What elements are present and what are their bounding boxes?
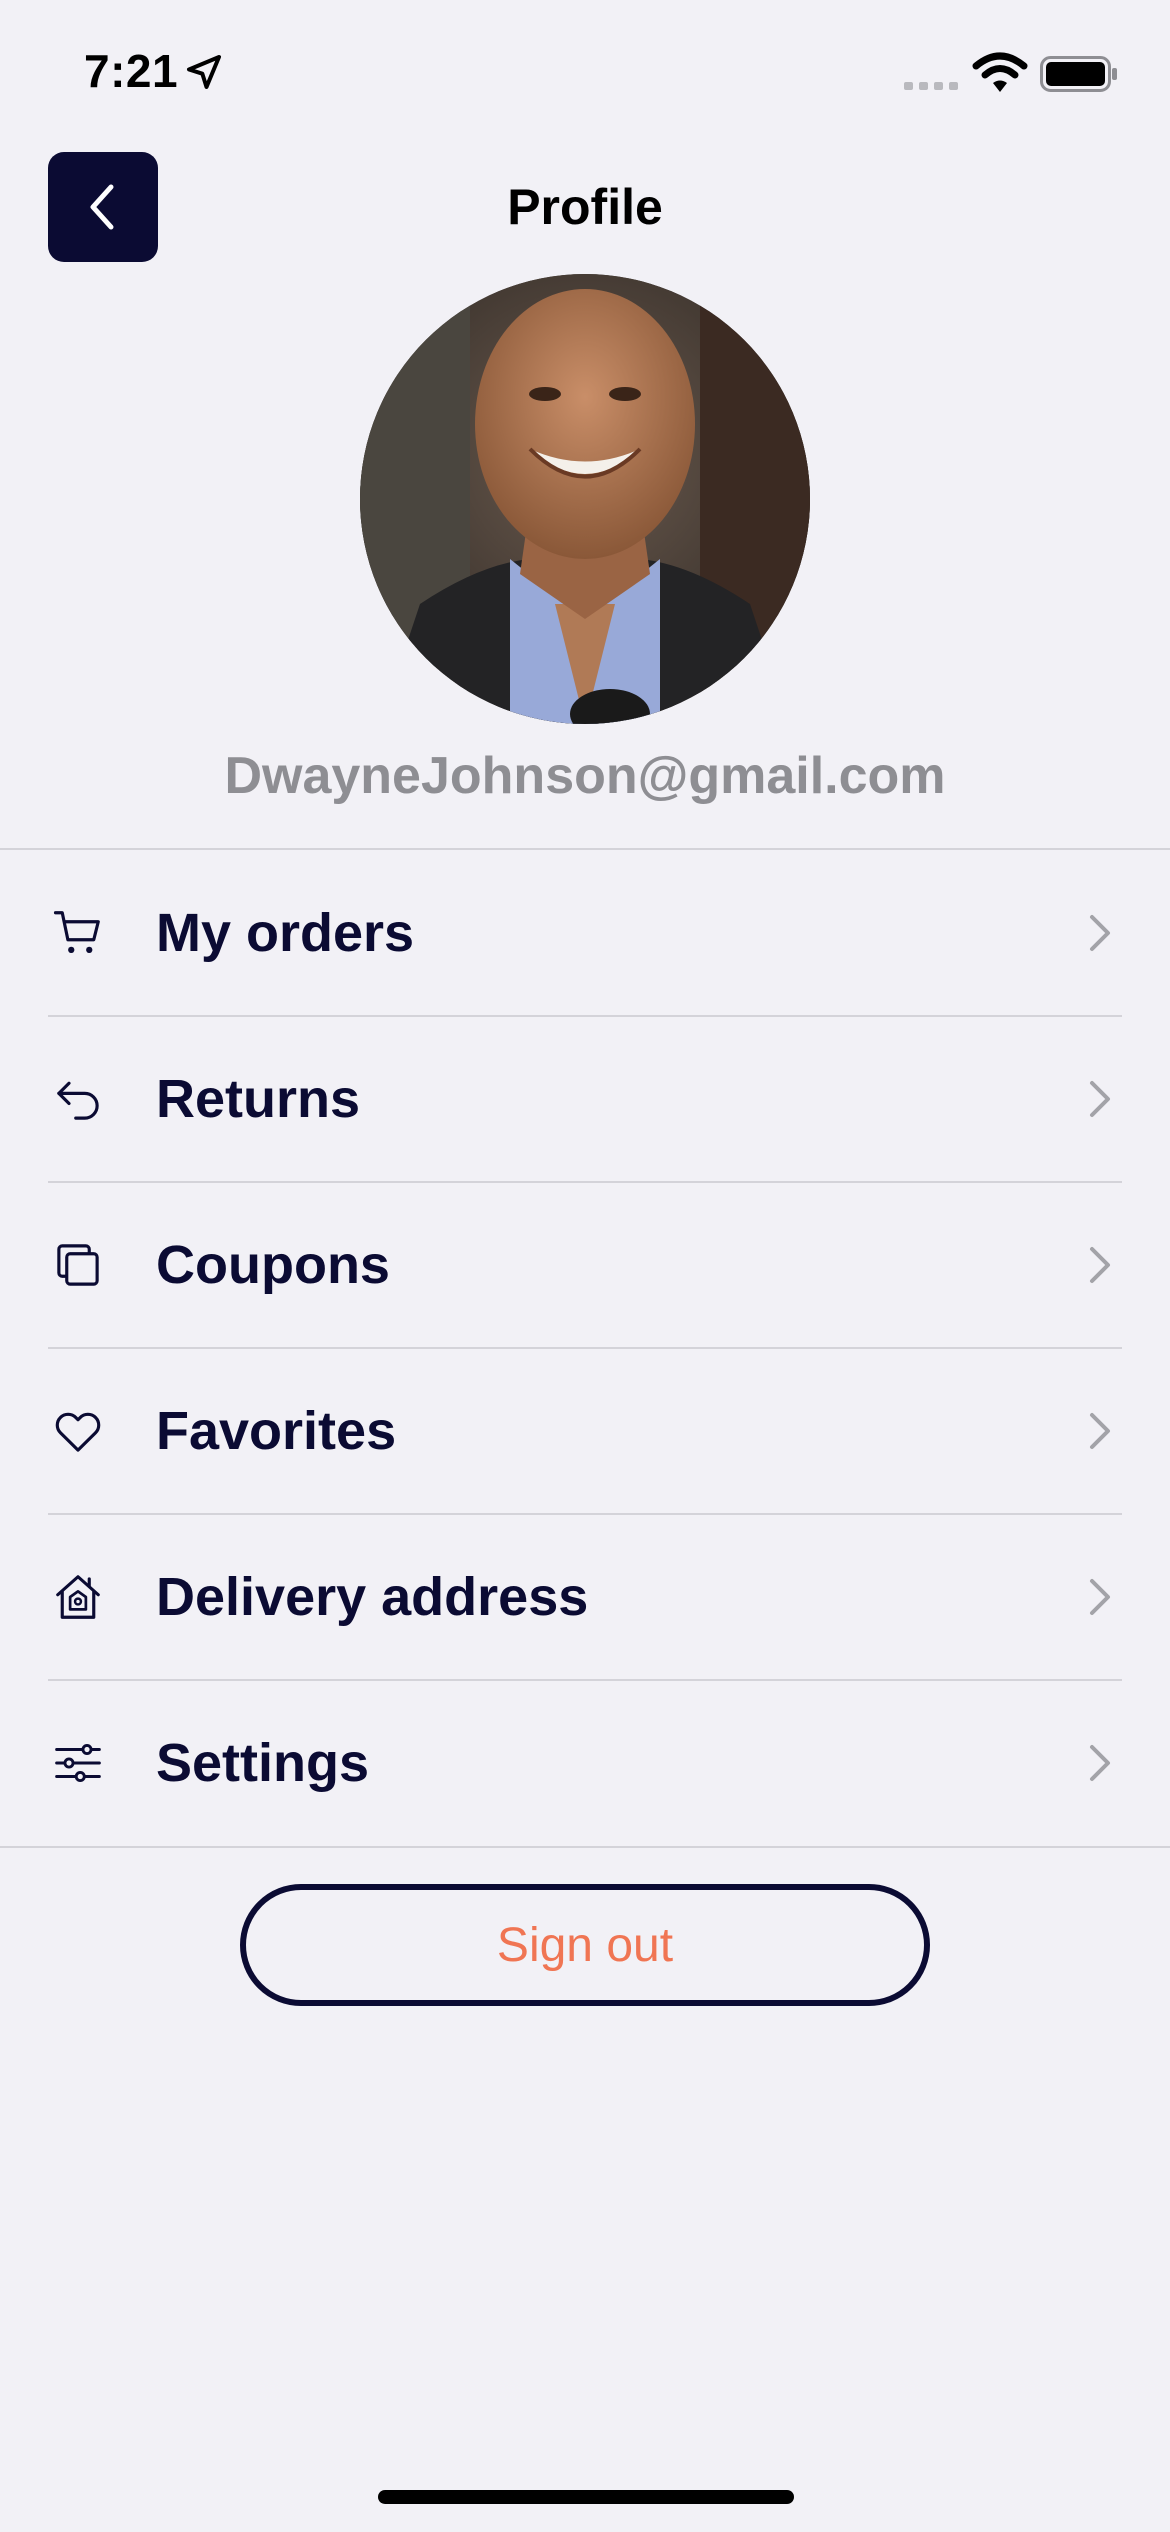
menu-item-coupons[interactable]: Coupons (0, 1181, 1170, 1348)
menu-item-label: Delivery address (156, 1567, 589, 1627)
chevron-right-icon (1090, 1745, 1110, 1781)
status-time: 7:21 (84, 45, 179, 97)
cellular-signal-icon (904, 82, 958, 90)
status-bar: 7:21 (0, 0, 1170, 150)
avatar (360, 274, 810, 724)
battery-icon (1040, 56, 1117, 92)
chevron-right-icon (1090, 1413, 1110, 1449)
home-address-icon (48, 1567, 108, 1627)
profile-email: DwayneJohnson@gmail.com (224, 747, 946, 805)
menu-item-label: Favorites (156, 1401, 397, 1461)
coupons-icon (48, 1235, 108, 1295)
chevron-right-icon (1090, 1247, 1110, 1283)
menu-item-favorites[interactable]: Favorites (0, 1347, 1170, 1514)
profile-menu: My orders Returns Coupons Favorites Deli… (0, 848, 1170, 1848)
wifi-icon (972, 52, 1028, 92)
sliders-icon (48, 1733, 108, 1793)
chevron-right-icon (1090, 915, 1110, 951)
menu-item-label: Returns (156, 1069, 361, 1129)
menu-item-returns[interactable]: Returns (0, 1015, 1170, 1182)
chevron-right-icon (1090, 1579, 1110, 1615)
menu-item-label: Settings (156, 1733, 370, 1793)
menu-item-my-orders[interactable]: My orders (0, 850, 1170, 1016)
cart-icon (48, 903, 108, 963)
sign-out-button[interactable]: Sign out (240, 1884, 930, 2006)
home-indicator[interactable] (378, 2490, 794, 2504)
page-title: Profile (507, 179, 663, 235)
menu-item-label: Coupons (156, 1235, 390, 1295)
chevron-right-icon (1090, 1081, 1110, 1117)
menu-item-label: My orders (156, 903, 415, 963)
return-arrow-icon (48, 1069, 108, 1129)
avatar-portrait-image (360, 274, 810, 724)
location-arrow-icon (187, 55, 221, 89)
menu-item-delivery-address[interactable]: Delivery address (0, 1513, 1170, 1680)
menu-item-settings[interactable]: Settings (0, 1679, 1170, 1846)
heart-icon (48, 1401, 108, 1461)
